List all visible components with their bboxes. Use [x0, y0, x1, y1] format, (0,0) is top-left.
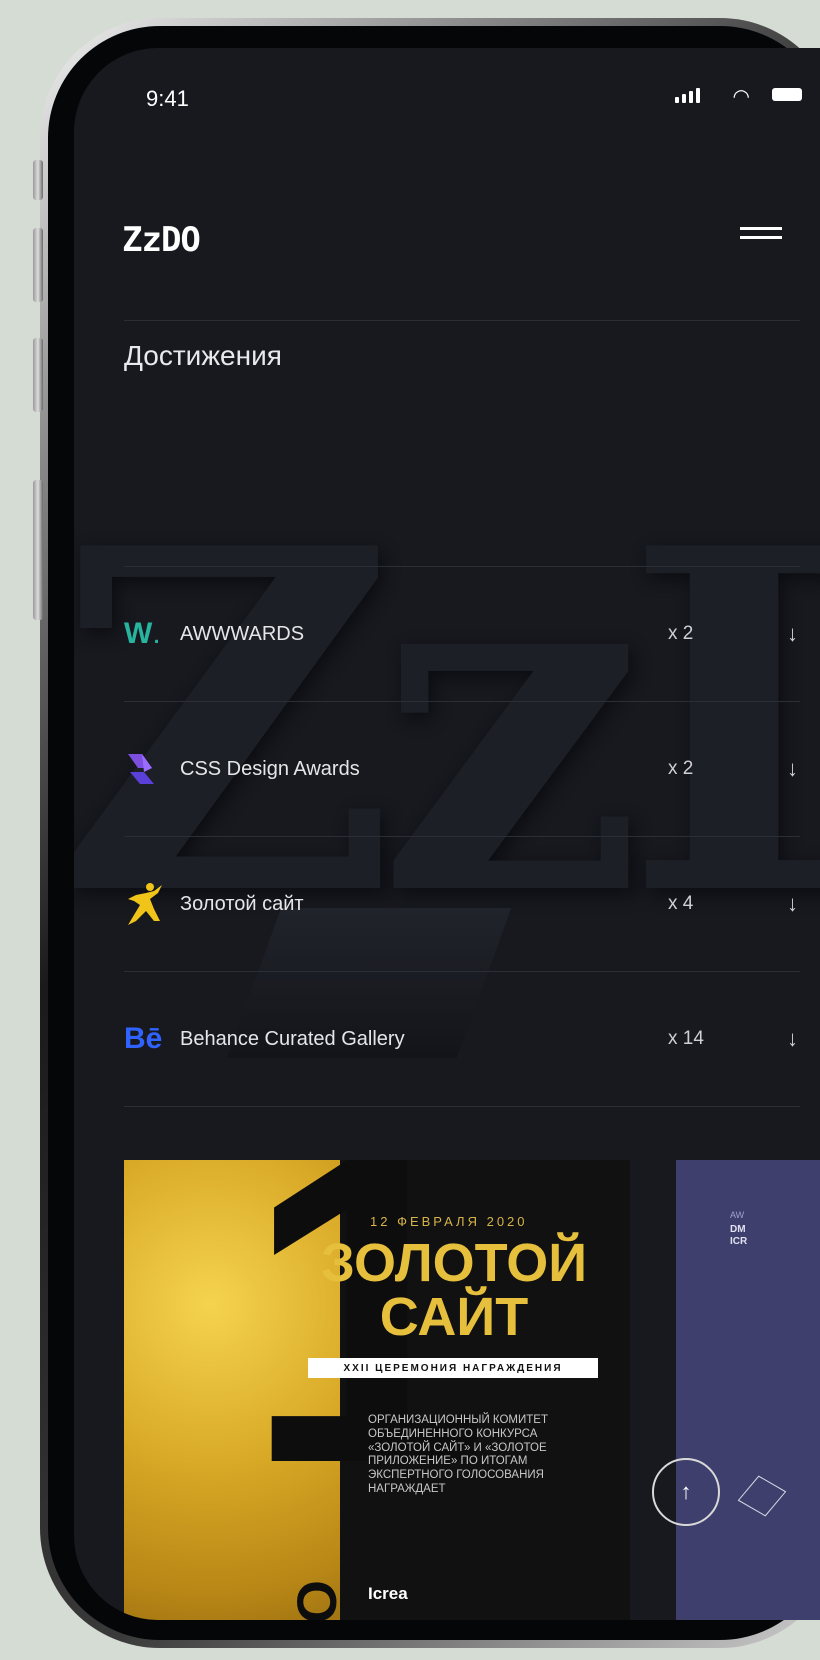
- award-name: Золотой сайт: [180, 892, 304, 915]
- list-divider: [124, 1106, 800, 1107]
- award-card-secondary[interactable]: AW DM ICR: [676, 1160, 820, 1620]
- behance-icon: Bē: [124, 1022, 163, 1055]
- arrow-down-icon[interactable]: ↓: [758, 1026, 800, 1052]
- award-count: x 4: [668, 893, 694, 914]
- card-ceremony-band: XXII ЦЕРЕМОНИЯ НАГРАЖДЕНИЯ: [308, 1358, 598, 1378]
- card-body-text: ОРГАНИЗАЦИОННЫЙ КОМИТЕТ ОБЪЕДИНЕННОГО КО…: [368, 1414, 548, 1495]
- card2-line: ICR: [730, 1236, 748, 1247]
- wifi-icon: ◠: [732, 86, 750, 108]
- arrow-down-icon[interactable]: ↓: [758, 756, 800, 782]
- status-bar: 9:41 ◠: [74, 48, 820, 148]
- scroll-top-button[interactable]: ↑: [652, 1458, 720, 1526]
- award-count: x 2: [668, 758, 694, 779]
- award-row-awwwards[interactable]: W. AWWWARDS x 2 ↓: [124, 567, 800, 701]
- logo[interactable]: ZzDO: [122, 220, 201, 260]
- award-count: x 14: [668, 1028, 704, 1049]
- award-count: x 2: [668, 623, 694, 644]
- place-word: ЕСТО: [285, 1580, 348, 1620]
- menu-icon[interactable]: [740, 224, 782, 244]
- arrow-up-icon: ↑: [680, 1479, 692, 1504]
- volume-up-button: [33, 228, 43, 302]
- card-recipient: Icrea: [368, 1584, 408, 1603]
- card2-text: DM ICR: [730, 1224, 747, 1248]
- arrow-down-icon[interactable]: ↓: [758, 621, 800, 647]
- card2-label: AW: [730, 1210, 745, 1220]
- mute-switch: [33, 160, 43, 200]
- volume-down-button: [33, 338, 43, 412]
- signal-icon: [675, 88, 700, 103]
- card-title-line2: САЙТ: [379, 1287, 529, 1347]
- award-row-css-design-awards[interactable]: CSS Design Awards x 2 ↓: [124, 702, 800, 836]
- header-divider: [124, 320, 800, 321]
- award-name: CSS Design Awards: [180, 757, 360, 780]
- card2-line: DM: [730, 1224, 746, 1235]
- app-screen: ZzDO 9:41 ◠ ZzDO Достижения W. AWWWARDS …: [74, 48, 820, 1620]
- side-button: [33, 480, 43, 620]
- award-name: AWWWARDS: [180, 622, 305, 645]
- awwwards-icon: W.: [124, 617, 161, 650]
- zolotoy-sayt-icon: [124, 881, 180, 927]
- award-row-zolotoy-sayt[interactable]: Золотой сайт x 4 ↓: [124, 837, 800, 971]
- award-card-zolotoy-sayt[interactable]: 1 ЕСТО 12 ФЕВРАЛЯ 2020 ЗОЛОТОЙ САЙТ XXII…: [124, 1160, 630, 1620]
- award-row-behance[interactable]: Bē Behance Curated Gallery x 14 ↓: [124, 972, 800, 1106]
- card-title-line1: ЗОЛОТОЙ: [320, 1233, 588, 1293]
- arrow-down-icon[interactable]: ↓: [758, 891, 800, 917]
- card-date: 12 ФЕВРАЛЯ 2020: [370, 1214, 528, 1229]
- css-design-awards-icon: [124, 750, 180, 788]
- app-header: ZzDO: [122, 208, 786, 268]
- status-time: 9:41: [146, 86, 189, 111]
- section-title: Достижения: [124, 340, 282, 371]
- award-name: Behance Curated Gallery: [180, 1027, 405, 1050]
- battery-icon: [772, 88, 802, 101]
